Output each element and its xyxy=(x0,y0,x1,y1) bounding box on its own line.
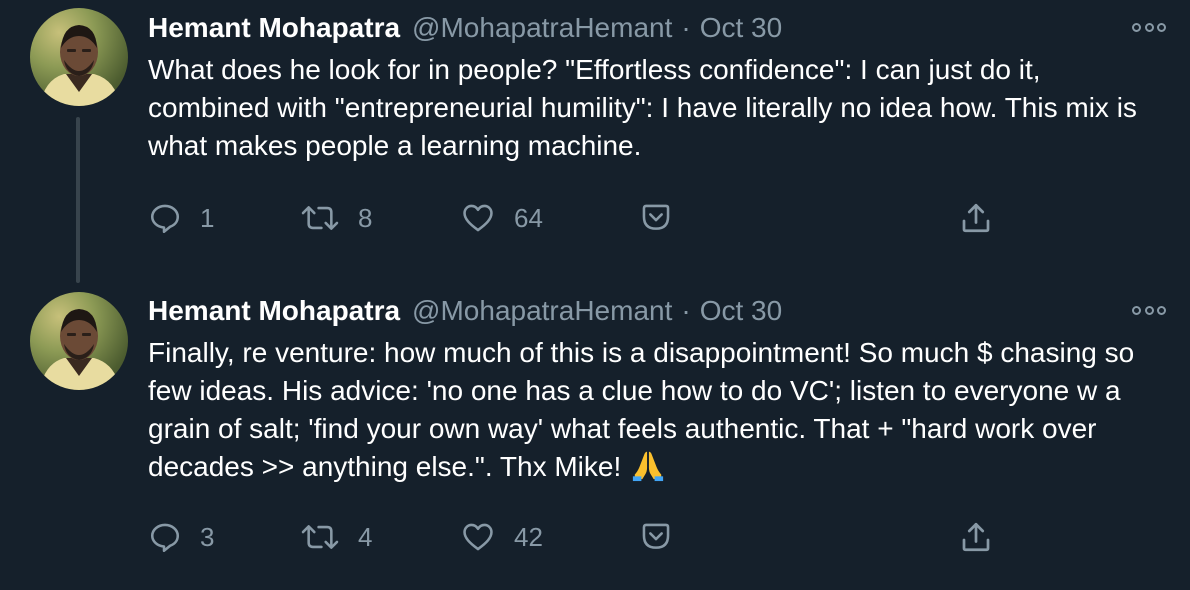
like-count: 64 xyxy=(514,202,543,233)
thread-connector-line xyxy=(76,117,80,283)
dot xyxy=(1132,305,1141,315)
like-button[interactable]: 64 xyxy=(460,198,543,238)
author-handle[interactable]: @MohapatraHemant xyxy=(412,11,672,45)
author-name[interactable]: Hemant Mohapatra xyxy=(148,11,400,45)
avatar[interactable] xyxy=(30,292,128,390)
folded-hands-emoji-icon xyxy=(633,451,664,482)
save-to-pocket-button[interactable] xyxy=(638,517,674,557)
separator-dot: · xyxy=(681,295,691,326)
retweet-count: 4 xyxy=(358,521,373,552)
retweet-button[interactable]: 8 xyxy=(300,198,372,238)
share-icon xyxy=(962,522,990,552)
reply-icon xyxy=(150,204,180,234)
tweet-body: Finally, re venture: how much of this is… xyxy=(148,334,1158,486)
tweet-thread: Hemant Mohapatra @MohapatraHemant · Oct … xyxy=(0,0,1190,590)
avatar[interactable] xyxy=(30,8,128,106)
share-icon xyxy=(962,203,990,233)
author-handle[interactable]: @MohapatraHemant xyxy=(412,294,672,328)
tweet[interactable]: Hemant Mohapatra @MohapatraHemant · Oct … xyxy=(0,0,1190,283)
reply-icon xyxy=(150,523,180,553)
tweet-header: Hemant Mohapatra @MohapatraHemant · Oct … xyxy=(148,11,782,45)
retweet-count: 8 xyxy=(358,202,373,233)
more-options-icon[interactable] xyxy=(1132,303,1166,317)
retweet-icon xyxy=(301,525,339,549)
heart-icon xyxy=(463,523,493,551)
tweet-actions: 3 4 42 xyxy=(148,517,1008,557)
like-button[interactable]: 42 xyxy=(460,517,543,557)
retweet-icon xyxy=(301,206,339,230)
share-button[interactable] xyxy=(958,517,994,557)
save-to-pocket-button[interactable] xyxy=(638,198,674,238)
dot xyxy=(1157,22,1166,32)
tweet-actions: 1 8 64 xyxy=(148,198,1008,238)
reply-count: 1 xyxy=(200,202,215,233)
tweet[interactable]: Hemant Mohapatra @MohapatraHemant · Oct … xyxy=(0,283,1190,590)
reply-button[interactable]: 1 xyxy=(148,198,214,238)
heart-icon xyxy=(463,204,493,232)
pocket-save-icon xyxy=(642,523,670,549)
reply-button[interactable]: 3 xyxy=(148,517,214,557)
tweet-header: Hemant Mohapatra @MohapatraHemant · Oct … xyxy=(148,294,782,328)
tweet-date[interactable]: Oct 30 xyxy=(700,11,782,45)
dot xyxy=(1132,22,1141,32)
tweet-text: What does he look for in people? "Effort… xyxy=(148,54,1137,161)
more-options-icon[interactable] xyxy=(1132,20,1166,34)
separator-dot: · xyxy=(681,12,691,43)
author-name[interactable]: Hemant Mohapatra xyxy=(148,294,400,328)
tweet-date[interactable]: Oct 30 xyxy=(700,294,782,328)
reply-count: 3 xyxy=(200,521,215,552)
retweet-button[interactable]: 4 xyxy=(300,517,372,557)
dot xyxy=(1144,22,1154,32)
pocket-save-icon xyxy=(642,204,670,230)
like-count: 42 xyxy=(514,521,543,552)
share-button[interactable] xyxy=(958,198,994,238)
dot xyxy=(1157,305,1166,315)
dot xyxy=(1144,305,1154,315)
